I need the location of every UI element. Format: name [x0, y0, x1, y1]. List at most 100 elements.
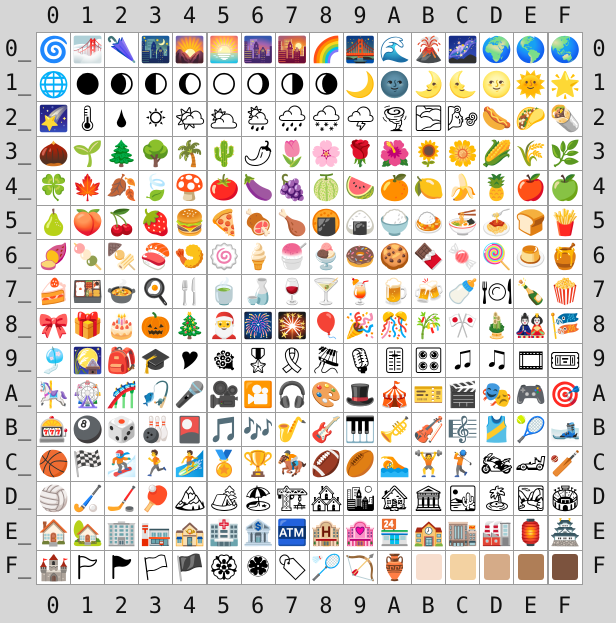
emoji-cell: 🌼: [445, 135, 481, 171]
emoji-glyph: 🏧: [276, 518, 308, 548]
emoji-cell: 🎆: [240, 308, 276, 344]
emoji-glyph: 🎢: [106, 380, 138, 410]
column-header-bottom: A: [377, 589, 412, 623]
emoji-glyph: 🏒: [106, 483, 138, 513]
column-header-bottom: 2: [104, 589, 139, 623]
emoji-glyph: 🎪: [378, 380, 411, 410]
emoji-cell: 🏺: [377, 549, 413, 585]
column-header-bottom: 6: [240, 589, 275, 623]
emoji-glyph: 🌎: [515, 35, 547, 65]
emoji-cell: 🏵: [206, 549, 242, 585]
emoji-cell: 🏳: [138, 549, 174, 585]
row-header-left: A_: [0, 377, 36, 412]
emoji-glyph: 🎾: [515, 414, 547, 444]
emoji-cell: 🌫: [411, 101, 447, 137]
emoji-glyph: 🏐: [37, 483, 70, 513]
row-header-left: B_: [0, 411, 36, 446]
emoji-cell: 🌕: [206, 66, 242, 102]
row-header-right: 9: [582, 342, 616, 377]
emoji-cell: 🎽: [479, 411, 515, 447]
row-header-right: 1: [582, 66, 616, 101]
emoji-cell: 🌔: [172, 66, 208, 102]
emoji-cell: 🌐: [36, 66, 72, 102]
emoji-cell: 🍉: [342, 170, 378, 206]
column-header-bottom: 4: [172, 589, 207, 623]
row-header-left: 7_: [0, 273, 36, 308]
emoji-glyph: 🌠: [37, 104, 70, 134]
emoji-glyph: 🌸: [310, 138, 342, 168]
emoji-glyph: 🍠: [37, 242, 70, 272]
emoji-glyph: 🏵: [208, 552, 240, 582]
emoji-glyph: 🏈: [310, 449, 342, 479]
emoji-cell: 🍎: [513, 170, 549, 206]
emoji-glyph: 🍵: [208, 276, 240, 306]
emoji-cell: 🏐: [36, 480, 72, 516]
emoji-glyph: 🏍: [480, 449, 513, 479]
emoji-glyph: 🌗: [279, 69, 306, 99]
emoji-glyph: 🏷: [276, 552, 309, 582]
emoji-glyph: 🎴: [174, 414, 206, 444]
emoji-glyph: 🌌: [447, 35, 479, 65]
emoji-cell: 🎁: [70, 308, 106, 344]
emoji-cell: 🏴: [172, 549, 208, 585]
emoji-glyph: 🌍: [481, 35, 513, 65]
emoji-cell: 🌓: [138, 66, 174, 102]
emoji-glyph: 🍑: [72, 207, 104, 237]
emoji-cell: 🍛: [411, 204, 447, 240]
column-header-bottom: 5: [206, 589, 241, 623]
skin-tone-cell: [479, 549, 515, 585]
emoji-glyph: 🌾: [515, 138, 547, 168]
emoji-glyph: 🍩: [344, 242, 376, 272]
emoji-cell: 🏃: [138, 446, 174, 482]
row-header-right: 5: [582, 204, 616, 239]
emoji-glyph: 🎫: [413, 380, 445, 410]
emoji-cell: 🍿: [547, 273, 583, 309]
emoji-glyph: 🏅: [208, 449, 240, 479]
emoji-cell: 🏍: [479, 446, 515, 482]
emoji-glyph: 🍘: [310, 207, 342, 237]
emoji-cell: 🏂: [104, 446, 140, 482]
emoji-glyph: 🍽: [480, 276, 513, 306]
emoji-cell: 🌁: [70, 32, 106, 68]
emoji-cell: 🎍: [479, 308, 515, 344]
emoji-glyph: 🏑: [72, 483, 104, 513]
emoji-glyph: 🎓: [140, 345, 172, 375]
emoji-glyph: 🏙: [344, 483, 377, 513]
column-header-top: 2: [104, 0, 139, 32]
row-header-right: 7: [582, 273, 616, 308]
emoji-glyph: 🎋: [413, 311, 445, 341]
emoji-glyph: 🍛: [413, 207, 445, 237]
emoji-glyph: 🌂: [106, 35, 138, 65]
emoji-glyph: 🌯: [549, 104, 581, 134]
emoji-cell: 🌾: [513, 135, 549, 171]
emoji-glyph: 🌊: [378, 35, 411, 65]
skin-tone-cell: [411, 549, 447, 585]
emoji-cell: 🏘: [308, 480, 344, 516]
emoji-glyph: 🎬: [447, 380, 479, 410]
emoji-cell: 🌗: [274, 66, 310, 102]
emoji-cell: 🌲: [104, 135, 140, 171]
emoji-cell: 🏦: [240, 515, 276, 551]
column-header-top: D: [479, 0, 514, 32]
emoji-glyph: 🍦: [242, 242, 274, 272]
emoji-glyph: 🏸: [310, 552, 342, 582]
emoji-glyph: 🏺: [378, 552, 411, 582]
emoji-cell: 🌍: [479, 32, 515, 68]
emoji-cell: 🎶: [240, 411, 276, 447]
emoji-glyph: 🏨: [310, 518, 342, 548]
emoji-glyph: 🍊: [378, 173, 411, 203]
emoji-glyph: 🍬: [447, 242, 479, 272]
emoji-cell: 🎊: [377, 308, 413, 344]
emoji-glyph: 🍀: [37, 173, 70, 203]
emoji-glyph: 🏫: [413, 518, 445, 548]
emoji-cell: 🍶: [240, 273, 276, 309]
emoji-glyph: 🏭: [481, 518, 513, 548]
column-header-bottom: F: [547, 589, 582, 623]
emoji-cell: 🏹: [342, 549, 378, 585]
emoji-cell: 🍝: [479, 204, 515, 240]
emoji-cell: 🏇: [274, 446, 310, 482]
emoji-glyph: 🏓: [140, 483, 172, 513]
emoji-glyph: 🍿: [549, 276, 581, 306]
row-header-right: E: [582, 515, 616, 550]
emoji-glyph: 🍼: [447, 276, 479, 306]
